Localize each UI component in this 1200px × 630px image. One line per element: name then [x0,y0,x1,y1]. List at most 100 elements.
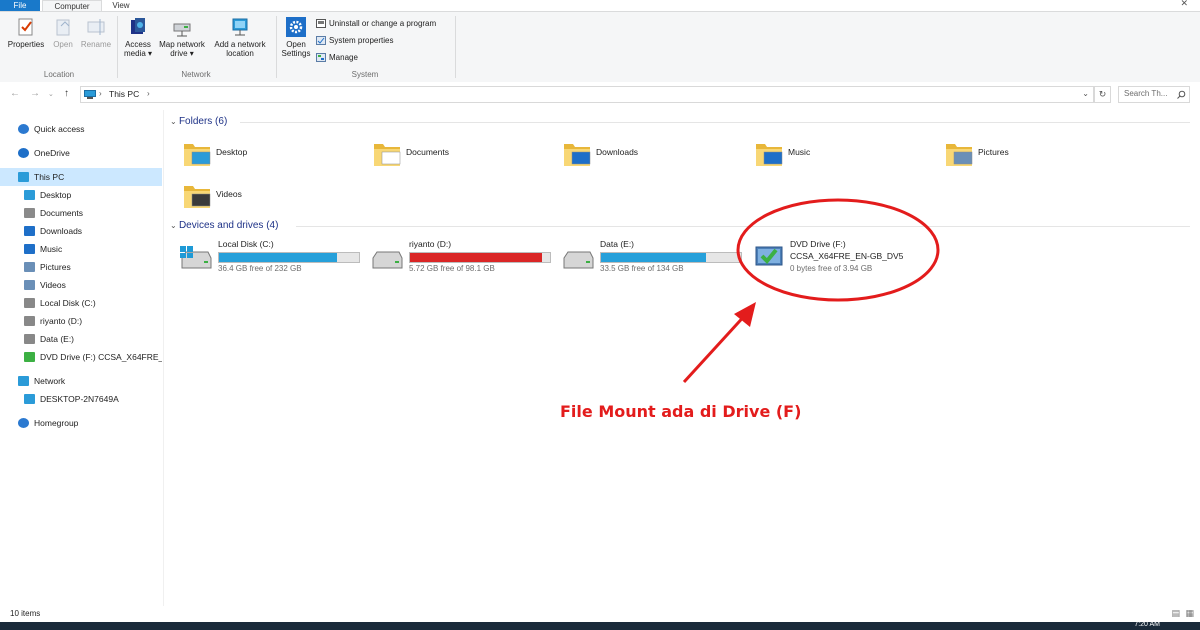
uninstall-label: Uninstall or change a program [329,19,437,28]
folder-overlay [191,193,211,207]
tab-computer[interactable]: Computer [42,0,102,11]
annotation-text: File Mount ada di Drive (F) [560,402,802,421]
devices-heading-label: Devices and drives (4) [178,220,279,231]
drive-usage-fill [219,253,337,262]
sidebar-item-label: riyanto (D:) [40,316,83,326]
sidebar-item[interactable]: Desktop [0,186,162,204]
media-icon [131,18,145,34]
sidebar-item-label: DVD Drive (F:) CCSA_X64FRE_EN [40,352,162,362]
sidebar-item[interactable]: Quick access [0,120,162,138]
forward-arrow-icon[interactable]: → [30,88,40,99]
drive-free-space: 5.72 GB free of 98.1 GB [409,264,495,273]
sidebar-item-label: Network [34,376,66,386]
open-icon [56,19,70,36]
pane-divider[interactable] [163,110,164,610]
map-network-drive-button[interactable]: Map network drive ▾ [156,16,208,58]
section-heading-devices[interactable]: ⌄ Devices and drives (4) [170,220,278,231]
properties-button[interactable]: Properties [4,16,48,49]
ribbon-separator [276,16,277,78]
drive-name: Data (E:) [600,239,635,249]
open-button[interactable]: Open [48,16,78,49]
folder-overlay [953,151,973,165]
folders-heading-label: Folders (6) [178,116,228,127]
up-arrow-icon[interactable]: ↑ [64,88,69,99]
homegroup-icon [18,418,29,428]
folder-tile[interactable]: Pictures [944,136,1124,172]
recent-locations-icon[interactable]: ⌄ [48,90,54,98]
chevron-down-icon[interactable]: ⌄ [170,221,179,230]
add-network-location-label: Add a network location [214,40,266,58]
breadcrumb-chevron[interactable]: › [147,89,150,98]
access-media-label: Access media ▾ [123,40,153,58]
drive-body [563,251,594,269]
section-heading-folders[interactable]: ⌄ Folders (6) [170,116,227,127]
tab-file[interactable]: File [0,0,40,11]
sidebar-item[interactable]: DESKTOP-2N7649A [0,390,162,408]
drive-body [181,251,212,269]
system-properties-button[interactable]: System properties [316,35,393,47]
ribbon: Properties Open Rename Location Access m… [0,11,1200,83]
sidebar-item[interactable]: DVD Drive (F:) CCSA_X64FRE_EN [0,348,162,366]
open-settings-button[interactable]: Open Settings [279,16,313,58]
search-input[interactable]: Search Th... [1118,86,1190,103]
item-count: 10 items [10,609,41,618]
refresh-icon[interactable]: ↻ [1094,86,1111,103]
drive-tile[interactable]: riyanto (D:) 5.72 GB free of 98.1 GB [369,236,554,276]
folder-tile[interactable]: Music [754,136,934,172]
manage-button[interactable]: Manage [316,52,358,64]
uninstall-button[interactable]: Uninstall or change a program [316,18,436,30]
folder-tile[interactable]: Documents [372,136,552,172]
sidebar-item[interactable]: Videos [0,276,162,294]
back-arrow-icon[interactable]: ← [10,88,20,99]
drive-usage-fill [410,253,542,262]
system-properties-icon [316,36,326,46]
hard-drive-icon [563,251,594,269]
network-drive-icon [173,23,191,37]
taskbar: 7:20 AM [0,621,1200,630]
sidebar-item[interactable]: Documents [0,204,162,222]
sidebar-item[interactable]: Data (E:) [0,330,162,348]
sidebar-item[interactable]: Pictures [0,258,162,276]
system-properties-label: System properties [329,36,394,45]
access-media-button[interactable]: Access media ▾ [120,16,156,58]
sidebar-item[interactable]: This PC [0,168,162,186]
settings-gear-icon [286,17,306,37]
address-row: ← → ⌄ ↑ › This PC › ⌄ ↻ Search Th... [0,82,1200,106]
navigation-pane: Quick access OneDrive This PC Desktop Docume… [0,110,162,610]
large-icons-view-icon[interactable]: ▦ [1185,608,1194,619]
sidebar-item[interactable]: Homegroup [0,414,162,432]
folder-overlay [763,151,783,165]
breadcrumb-this-pc[interactable]: This PC [109,89,139,99]
sidebar-item[interactable]: OneDrive [0,144,162,162]
map-network-drive-label: Map network drive ▾ [159,40,205,58]
properties-icon [18,18,33,36]
sidebar-item-label: Downloads [40,226,83,236]
folder-tile[interactable]: Desktop [182,136,362,172]
ribbon-separator [117,16,118,78]
chevron-down-icon[interactable]: ⌄ [170,117,179,126]
tab-view[interactable]: View [103,0,139,11]
drive-tile[interactable]: Local Disk (C:) 36.4 GB free of 232 GB [178,236,363,276]
folder-overlay [571,151,591,165]
rename-button[interactable]: Rename [78,16,114,49]
drive-usage-bar [218,252,360,263]
sidebar-item[interactable]: Local Disk (C:) [0,294,162,312]
close-icon[interactable]: ✕ [1180,0,1188,9]
search-placeholder: Search Th... [1124,89,1168,98]
desktop-icon [24,190,35,200]
add-network-location-button[interactable]: Add a network location [210,16,270,58]
sidebar-item-label: OneDrive [34,148,70,158]
address-bar[interactable]: › This PC › ⌄ [80,86,1094,103]
sidebar-item[interactable]: riyanto (D:) [0,312,162,330]
drive-name: riyanto (D:) [409,239,452,249]
sidebar-item[interactable]: Downloads [0,222,162,240]
star-icon [18,124,29,134]
folder-icon [756,144,783,166]
sidebar-item[interactable]: Network [0,372,162,390]
address-dropdown-icon[interactable]: ⌄ [1082,89,1089,98]
sidebar-item[interactable]: Music [0,240,162,258]
folder-tile[interactable]: Downloads [562,136,742,172]
onedrive-icon [18,148,29,158]
details-view-icon[interactable]: ▤ [1171,608,1180,619]
folder-tile[interactable]: Videos [182,178,362,214]
